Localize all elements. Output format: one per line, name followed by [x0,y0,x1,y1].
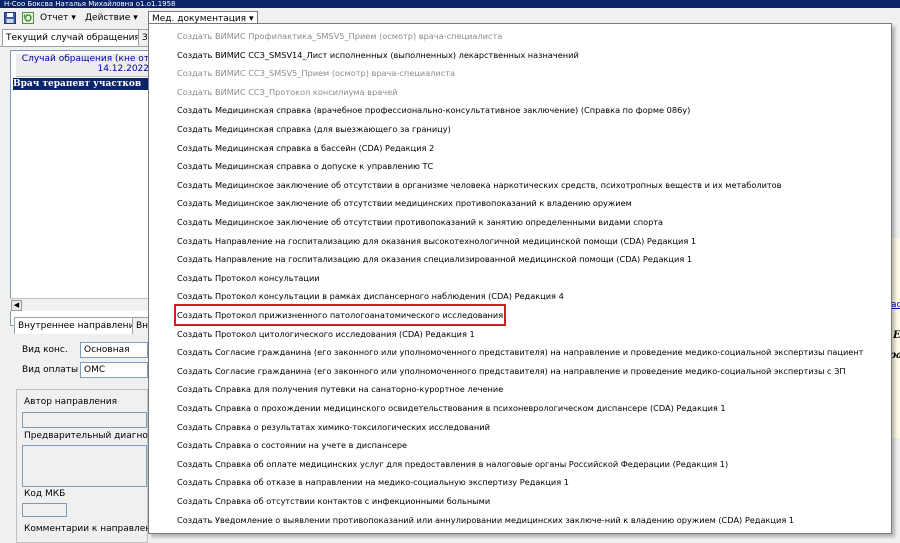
menu-item[interactable]: Создать Протокол консультации [177,269,320,287]
referral-panel: Внутреннее направление Вн Вид конс. Осно… [14,317,165,543]
refresh-icon[interactable] [22,12,34,24]
tab-label: З [142,33,148,43]
edge-text-b: Е [893,330,900,341]
comments-label: Комментарии к направлению [24,524,165,534]
menu-item[interactable]: Создать Справка об отказе в направлении … [177,473,569,491]
menu-item[interactable]: Создать Уведомление о выявлении противоп… [177,511,794,529]
menu-item[interactable]: Создать Справка об оплате медицинских ус… [177,455,728,473]
meddoc-dropdown-menu: Создать ВИМИС Профилактика_SMSV5_Прием (… [148,23,892,534]
payment-select[interactable]: ОМС [80,362,148,378]
window-title: Н-Соо Боксва Наталья Михайловна о1.о1.19… [4,0,176,8]
menu-item[interactable]: Создать Справка о результатах химико-ток… [177,418,490,436]
tab-label: Текущий случай обращения [6,33,140,43]
case-header[interactable]: Случай обращения (кне от 14.12.2022 [16,54,149,77]
menu-item[interactable]: Создать Справка о состоянии на учете в д… [177,436,407,454]
scroll-left-icon[interactable]: ◀ [11,300,22,311]
case-tabs: Текущий случай обращения З [0,28,152,47]
menu-item[interactable]: Создать Согласие гражданина (его законно… [177,343,863,361]
menu-item[interactable]: Создать Медицинское заключение об отсутс… [177,194,632,212]
cons-type-label: Вид конс. [22,345,68,355]
menu-item[interactable]: Создать Согласие гражданина (его законно… [177,362,846,380]
cons-type-select[interactable]: Основная [80,342,148,358]
menu-item[interactable]: Создать Медицинская справка о допуске к … [177,157,433,175]
edge-link[interactable]: ас [891,300,900,310]
diagnosis-label: Предварительный диагноз [24,431,153,441]
tab-label: Внутреннее направление [18,321,140,331]
menu-item[interactable]: Создать Направление на госпитализацию дл… [177,232,696,250]
report-menu[interactable]: Отчет ▾ [40,11,76,26]
tab-current-case[interactable]: Текущий случай обращения [2,29,144,46]
menu-item[interactable]: Создать Справка для получения путевки на… [177,380,503,398]
author-field[interactable] [22,412,147,428]
menu-item[interactable]: Создать Медицинская справка в бассейн (C… [177,139,434,157]
chevron-down-icon: ▾ [71,13,76,23]
menu-item[interactable]: Создать ВИМИС ССЗ_Протокол консилиума вр… [177,83,397,101]
menu-item[interactable]: Создать ВИМИС ССЗ_SMSV5_Прием (осмотр) в… [177,64,455,82]
tab-label: Вн [136,321,149,331]
menu-item[interactable]: Создать Медицинское заключение об отсутс… [177,176,782,194]
tab-internal-referral[interactable]: Внутреннее направление [14,317,144,334]
menu-item[interactable]: Создать Медицинское заключение об отсутс… [177,213,663,231]
action-menu-label: Действие [85,13,131,23]
author-label: Автор направления [24,397,118,407]
menu-item[interactable]: Создать Справка о прохождении медицинско… [177,399,726,417]
left-panel: Текущий случай обращения З Случай обраще… [0,28,165,543]
window-title-bar: Н-Соо Боксва Наталья Михайловна о1.о1.19… [0,0,900,8]
menu-item[interactable]: Создать Протокол цитологического исследо… [177,325,475,343]
report-menu-label: Отчет [40,13,69,23]
menu-item[interactable]: Создать Протокол прижизненного патологоа… [173,304,507,326]
payment-label: Вид оплаты [22,365,79,375]
diagnosis-field[interactable] [22,445,147,487]
menu-item[interactable]: Создать ВИМИС ССЗ_SMSV14_Лист исполненны… [177,46,579,64]
menu-item[interactable]: Создать Медицинская справка (врачебное п… [177,101,690,119]
tree-node-doctor[interactable]: Врач терапевт участков [13,78,149,90]
case-tree: Случай обращения (кне от 14.12.2022 Врач… [10,50,150,326]
save-icon[interactable] [4,12,16,24]
chevron-down-icon: ▾ [133,13,138,23]
horizontal-scrollbar[interactable]: ◀ [10,298,148,311]
mkb-label: Код МКБ [24,489,66,499]
menu-item[interactable]: Создать Протокол консультации в рамках д… [177,287,564,305]
action-menu[interactable]: Действие ▾ [85,11,138,26]
menu-item[interactable]: Создать ВИМИС Профилактика_SMSV5_Прием (… [177,27,502,45]
menu-item[interactable]: Создать Справка об отсутствии контактов … [177,492,490,510]
menu-item[interactable]: Создать Направление на госпитализацию дл… [177,250,692,268]
menu-item[interactable]: Создать Медицинская справка (для выезжаю… [177,120,451,138]
mkb-field[interactable] [22,503,67,517]
